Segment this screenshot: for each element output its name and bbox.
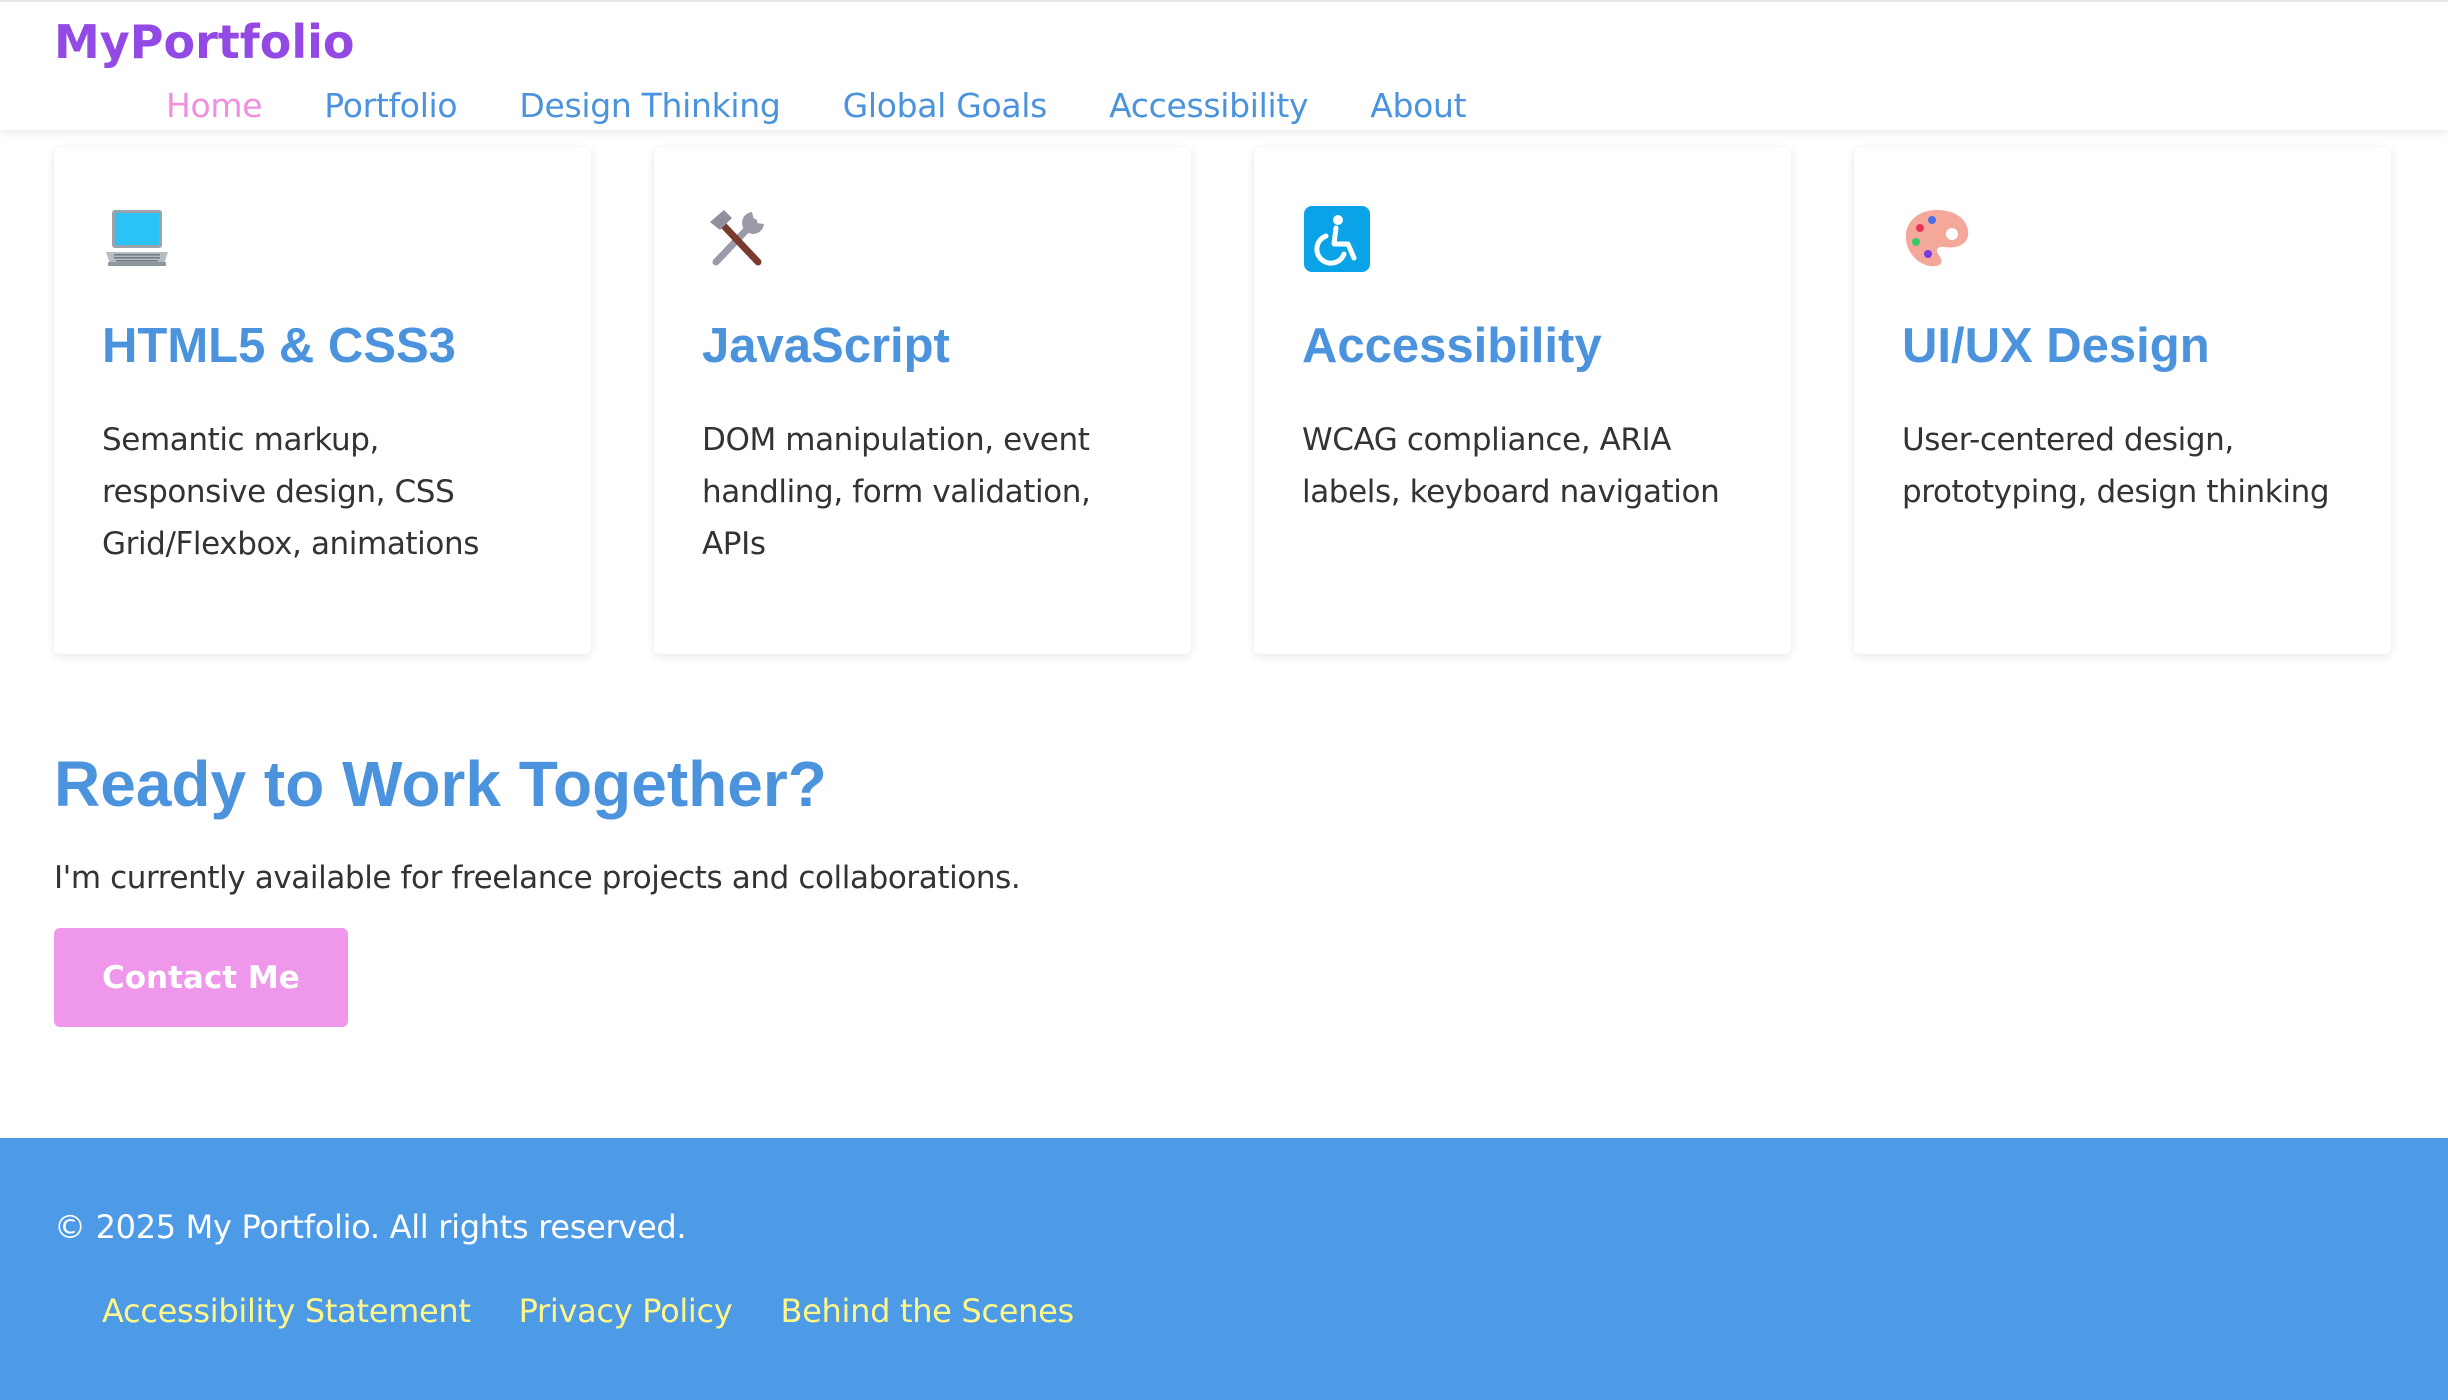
wheelchair-icon xyxy=(1304,206,1370,272)
nav-link-portfolio[interactable]: Portfolio xyxy=(324,82,457,130)
skills-section: HTML5 & CSS3 Semantic markup, responsive… xyxy=(54,148,2394,654)
skill-title: JavaScript xyxy=(702,319,950,373)
copyright-text: © 2025 My Portfolio. All rights reserved… xyxy=(54,1208,687,1246)
footer-nav: Accessibility Statement Privacy Policy B… xyxy=(102,1288,1122,1334)
skill-card: HTML5 & CSS3 Semantic markup, responsive… xyxy=(54,148,591,654)
nav-link-global-goals[interactable]: Global Goals xyxy=(843,82,1048,130)
footer-link-privacy-policy[interactable]: Privacy Policy xyxy=(519,1288,733,1334)
skill-description: DOM manipulation, event handling, form v… xyxy=(702,422,1091,562)
skill-title: Accessibility xyxy=(1302,319,1602,373)
site-logo[interactable]: MyPortfolio xyxy=(54,12,355,72)
contact-me-button[interactable]: Contact Me xyxy=(54,928,348,1027)
skill-card: UI/UX Design User-centered design, proto… xyxy=(1854,148,2391,654)
skill-description: Semantic markup, responsive design, CSS … xyxy=(102,422,479,562)
cta-title: Ready to Work Together? xyxy=(54,748,827,820)
skill-title: HTML5 & CSS3 xyxy=(102,319,456,373)
main-nav: Home Portfolio Design Thinking Global Go… xyxy=(166,82,1528,130)
laptop-icon xyxy=(106,210,168,266)
skill-title: UI/UX Design xyxy=(1902,319,2210,373)
skill-description: User-centered design, prototyping, desig… xyxy=(1902,422,2330,510)
skill-card: Accessibility WCAG compliance, ARIA labe… xyxy=(1254,148,1791,654)
nav-link-about[interactable]: About xyxy=(1370,82,1466,130)
footer-link-accessibility-statement[interactable]: Accessibility Statement xyxy=(102,1288,471,1334)
cta-text: I'm currently available for freelance pr… xyxy=(54,860,1021,896)
nav-link-accessibility[interactable]: Accessibility xyxy=(1109,82,1308,130)
hammer-and-wrench-icon xyxy=(710,210,764,266)
skill-description: WCAG compliance, ARIA labels, keyboard n… xyxy=(1302,422,1720,510)
footer-link-behind-the-scenes[interactable]: Behind the Scenes xyxy=(780,1288,1074,1334)
site-header: MyPortfolio Home Portfolio Design Thinki… xyxy=(0,0,2448,130)
artist-palette-icon xyxy=(1905,210,1969,267)
skill-card: JavaScript DOM manipulation, event handl… xyxy=(654,148,1191,654)
nav-link-design-thinking[interactable]: Design Thinking xyxy=(519,82,781,130)
cta-section: Ready to Work Together? I'm currently av… xyxy=(54,742,1654,1027)
site-footer: © 2025 My Portfolio. All rights reserved… xyxy=(0,1138,2448,1400)
nav-link-home[interactable]: Home xyxy=(166,82,263,130)
